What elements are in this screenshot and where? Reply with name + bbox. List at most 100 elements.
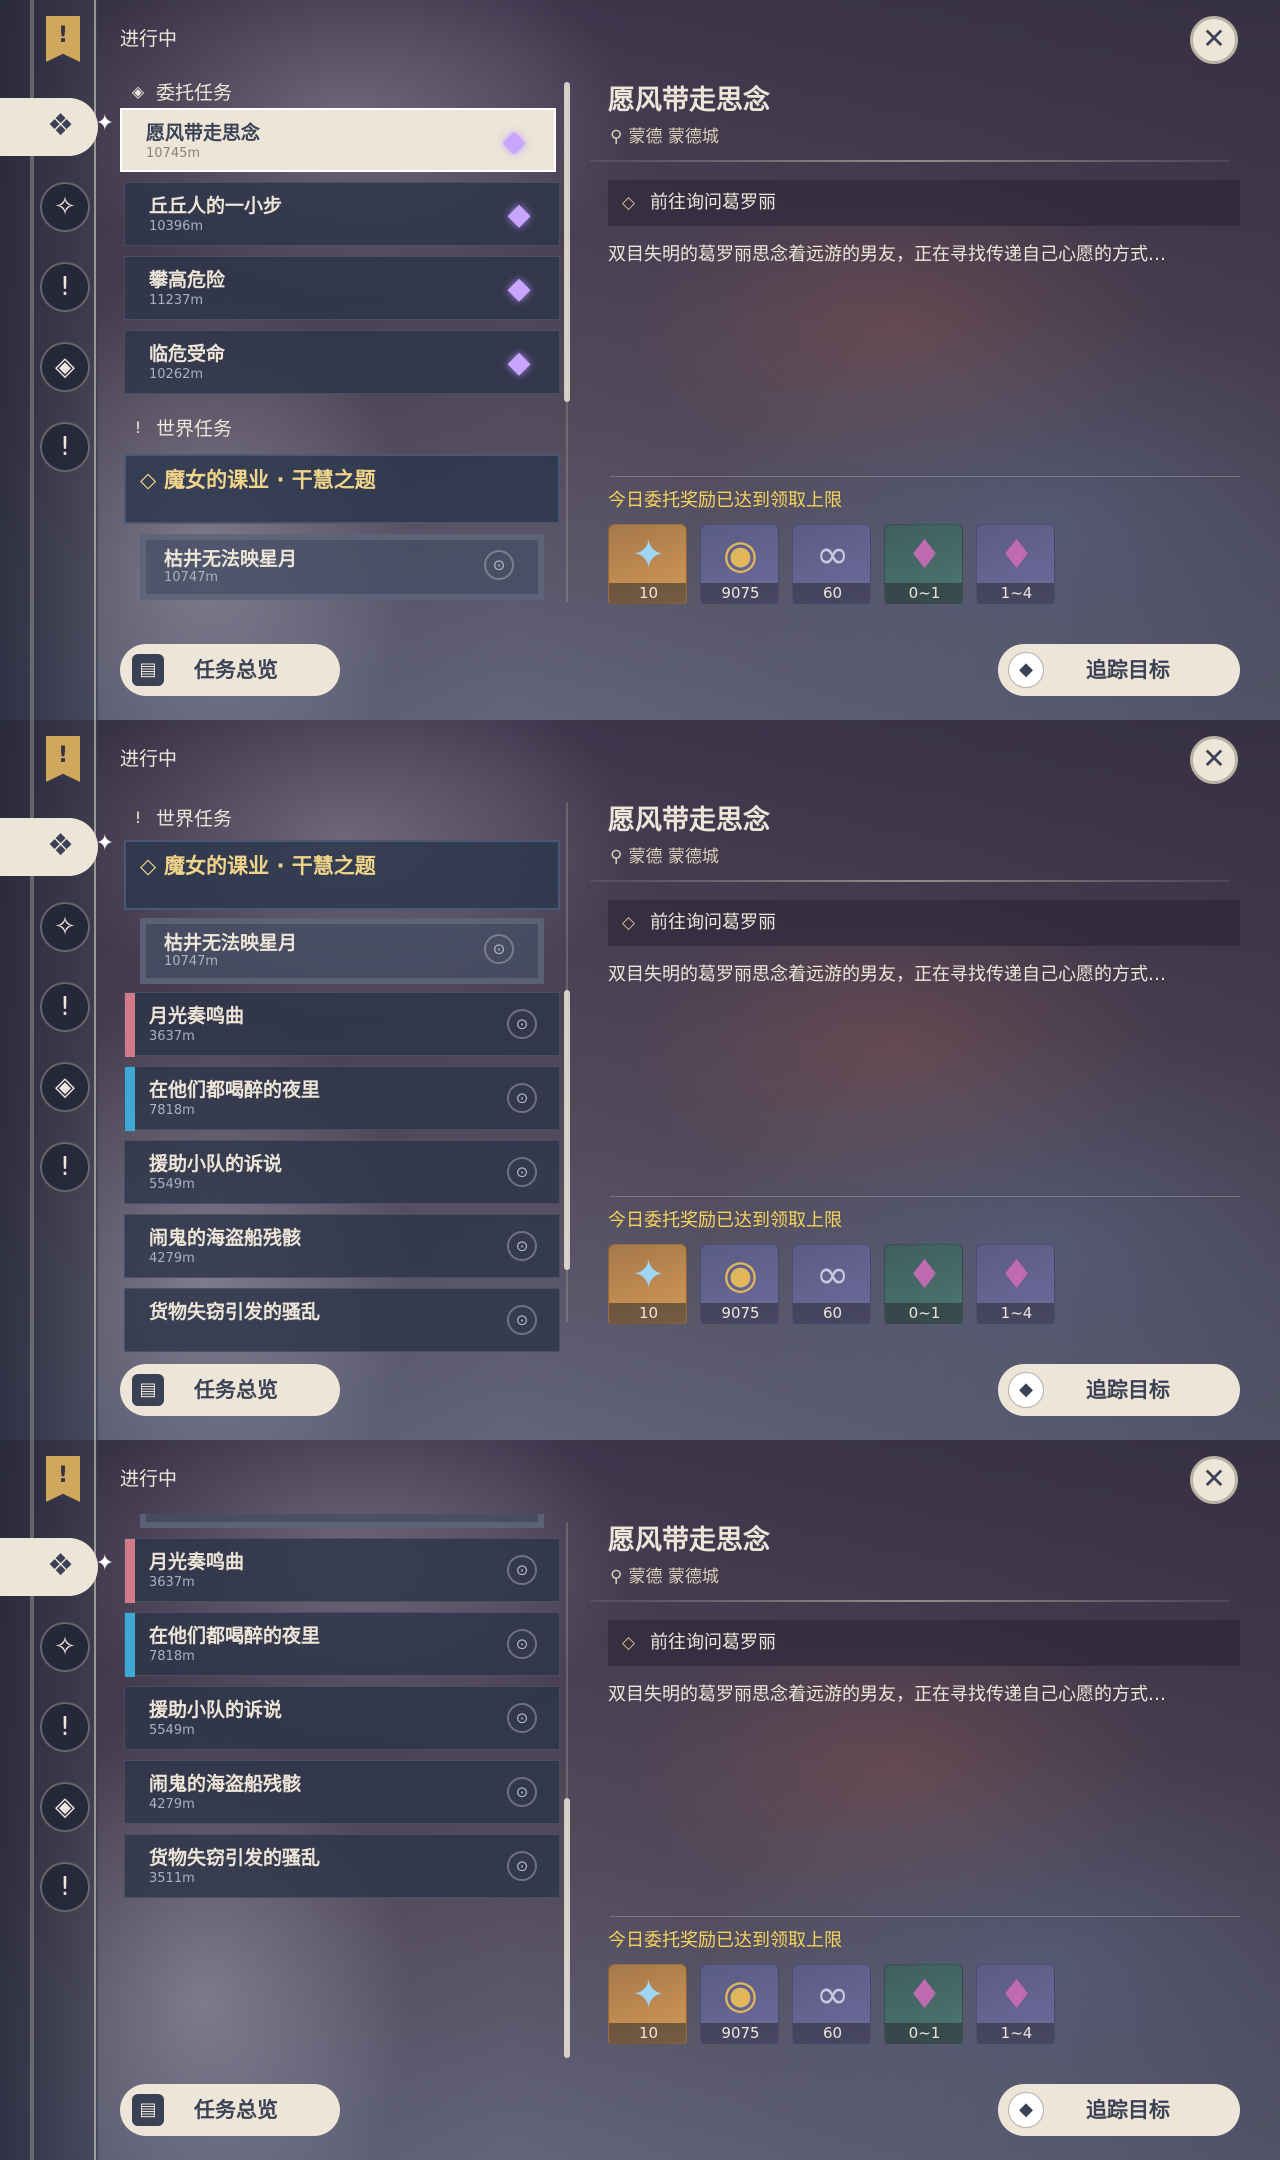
world-subquest-item[interactable]: 枯井无法映星月 10747m ⊙ <box>140 534 544 600</box>
world-task-item[interactable]: 在他们都喝醉的夜里 7818m ⊙ <box>124 1066 560 1131</box>
divider <box>590 880 1230 882</box>
commission-item-selected[interactable]: 愿风带走思念 10745m ◆ <box>120 108 556 172</box>
world-task-item[interactable]: 援助小队的诉说 5549m ⊙ <box>124 1140 560 1204</box>
reward-crystal-chunk[interactable]: ♦ 1~4 <box>976 1244 1055 1324</box>
reward-exp[interactable]: ∞ 60 <box>792 1244 871 1324</box>
world-task-item[interactable]: 援助小队的诉说 5549m ⊙ <box>124 1686 560 1750</box>
quest-overview-button[interactable]: ▤ 任务总览 <box>120 644 340 696</box>
task-distance: 3511m <box>149 1871 195 1886</box>
task-distance: 5549m <box>149 1177 195 1192</box>
detail-location: 蒙德 蒙德城 <box>628 847 719 867</box>
track-target-button[interactable]: ◆ 追踪目标 <box>998 1364 1240 1416</box>
reward-primogem[interactable]: ✦ 10 <box>608 1964 687 2044</box>
sidebar-tab-archon-icon[interactable]: ✧ <box>40 902 90 952</box>
sidebar-tab-story-icon[interactable]: ! <box>40 1702 90 1752</box>
primogem-icon: ✦ <box>631 1972 666 2018</box>
sidebar-tab-world-icon[interactable]: ! <box>40 1862 90 1912</box>
track-diamond-icon: ◆ <box>1008 652 1044 688</box>
location-pin-icon: ⚲ <box>610 847 623 867</box>
reward-primogem[interactable]: ✦ 10 <box>608 1244 687 1324</box>
world-subquest-item[interactable]: 枯井无法映星月 10747m ⊙ <box>140 918 544 984</box>
location-pin-icon: ⊙ <box>507 1629 537 1659</box>
sidebar-edge <box>94 0 96 720</box>
sidebar-tab-story-icon[interactable]: ! <box>40 262 90 312</box>
sidebar-tab-archon-icon[interactable]: ✧ <box>40 182 90 232</box>
reward-crystal[interactable]: ♦ 0~1 <box>884 1244 963 1324</box>
objective-row: ◇ 前往询问葛罗丽 <box>608 1620 1240 1666</box>
commission-item[interactable]: 丘丘人的一小步 10396m ◆ <box>124 182 560 246</box>
commission-item[interactable]: 临危受命 10262m ◆ <box>124 330 560 394</box>
reward-mora[interactable]: ◉ 9075 <box>700 1244 779 1324</box>
scrollbar[interactable] <box>564 82 570 402</box>
quest-book-icon: ▤ <box>132 1374 164 1406</box>
world-quest-diamond-icon: ◇ <box>140 854 157 878</box>
task-distance: 7818m <box>149 1103 195 1118</box>
sidebar-tab-world-icon[interactable]: ! <box>40 422 90 472</box>
commission-section-header: ◈ 委托任务 <box>131 82 233 104</box>
world-subquest-item-partial[interactable] <box>140 1514 544 1528</box>
sidebar-tab-commission-active[interactable]: ❖ ✦ <box>0 818 114 876</box>
sidebar-tab-story-icon[interactable]: ! <box>40 982 90 1032</box>
reward-crystal-chunk[interactable]: ♦ 1~4 <box>976 524 1055 604</box>
close-icon[interactable]: ✕ <box>1190 16 1238 64</box>
quest-overview-button[interactable]: ▤ 任务总览 <box>120 1364 340 1416</box>
reward-mora[interactable]: ◉ 9075 <box>700 524 779 604</box>
reward-exp[interactable]: ∞ 60 <box>792 524 871 604</box>
sidebar-tab-archon-icon[interactable]: ✧ <box>40 1622 90 1672</box>
divider <box>610 1916 1240 1917</box>
sidebar-tab-commission-icon[interactable]: ◈ <box>40 342 90 392</box>
track-target-button[interactable]: ◆ 追踪目标 <box>998 2084 1240 2136</box>
world-task-item[interactable]: 在他们都喝醉的夜里 7818m ⊙ <box>124 1612 560 1677</box>
reward-crystal-chunk[interactable]: ♦ 1~4 <box>976 1964 1055 2044</box>
location-pin-icon: ⊙ <box>507 1851 537 1881</box>
detail-description: 双目失明的葛罗丽思念着远游的男友，正在寻找传递自己心愿的方式… <box>608 1684 1166 1705</box>
world-task-item[interactable]: 月光奏鸣曲 3637m ⊙ <box>124 992 560 1057</box>
location-pin-icon: ⚲ <box>610 1567 623 1587</box>
objective-row: ◇ 前往询问葛罗丽 <box>608 900 1240 946</box>
scrollbar[interactable] <box>564 990 570 1270</box>
commission-item[interactable]: 攀高危险 11237m ◆ <box>124 256 560 320</box>
crystal-chunk-icon: ♦ <box>998 532 1035 578</box>
status-title: 进行中 <box>120 1468 178 1490</box>
world-task-item[interactable]: 闹鬼的海盗船残骸 4279m ⊙ <box>124 1760 560 1824</box>
world-section-header: ! 世界任务 <box>130 804 232 831</box>
task-name: 闹鬼的海盗船残骸 <box>149 1227 302 1249</box>
objective-diamond-icon: ◇ <box>622 193 636 213</box>
sidebar-tab-commission-icon[interactable]: ◈ <box>40 1782 90 1832</box>
task-distance: 10747m <box>164 570 219 585</box>
task-distance: 4279m <box>149 1251 195 1266</box>
world-quest-header[interactable]: ◇ 魔女的课业 · 干慧之题 <box>124 840 560 910</box>
sidebar-tab-commission-icon[interactable]: ◈ <box>40 1062 90 1112</box>
location-pin-icon: ⚲ <box>610 127 623 147</box>
close-icon[interactable]: ✕ <box>1190 736 1238 784</box>
world-task-item[interactable]: 货物失窃引发的骚乱 3511m ⊙ <box>124 1834 560 1898</box>
quest-book-icon: ▤ <box>132 2094 164 2126</box>
task-distance: 5549m <box>149 1723 195 1738</box>
exclamation-icon: ! <box>134 418 142 437</box>
sidebar-tab-commission-active[interactable]: ❖ ✦ <box>0 98 114 156</box>
close-icon[interactable]: ✕ <box>1190 1456 1238 1504</box>
reward-mora[interactable]: ◉ 9075 <box>700 1964 779 2044</box>
sidebar-tab-world-icon[interactable]: ! <box>40 1142 90 1192</box>
reward-list: ✦ 10 ◉ 9075 ∞ 60 ♦ 0~1 ♦ 1~4 <box>608 524 1055 604</box>
quest-overview-button[interactable]: ▤ 任务总览 <box>120 2084 340 2136</box>
reward-crystal[interactable]: ♦ 0~1 <box>884 1964 963 2044</box>
reward-crystal[interactable]: ♦ 0~1 <box>884 524 963 604</box>
world-quest-header[interactable]: ◇ 魔女的课业 · 干慧之题 <box>124 454 560 524</box>
objective-row: ◇ 前往询问葛罗丽 <box>608 180 1240 226</box>
track-target-button[interactable]: ◆ 追踪目标 <box>998 644 1240 696</box>
location-pin-icon: ⊙ <box>507 1157 537 1187</box>
quest-list: ! 世界任务 ◇ 魔女的课业 · 干慧之题 枯井无法映星月 10747m ⊙ 月光奏… <box>120 794 570 1354</box>
world-task-item[interactable]: 月光奏鸣曲 3637m ⊙ <box>124 1538 560 1603</box>
sidebar-tab-commission-active[interactable]: ❖ ✦ <box>0 1538 114 1596</box>
divider <box>610 476 1240 477</box>
reward-primogem[interactable]: ✦ 10 <box>608 524 687 604</box>
reward-exp[interactable]: ∞ 60 <box>792 1964 871 2044</box>
location-pin-icon: ⊙ <box>507 1231 537 1261</box>
scrollbar[interactable] <box>564 1798 570 2058</box>
divider <box>590 1600 1230 1602</box>
world-task-item[interactable]: 货物失窃引发的骚乱 ⊙ <box>124 1288 560 1352</box>
exp-icon: ∞ <box>815 1972 850 2018</box>
divider <box>610 1196 1240 1197</box>
world-task-item[interactable]: 闹鬼的海盗船残骸 4279m ⊙ <box>124 1214 560 1278</box>
